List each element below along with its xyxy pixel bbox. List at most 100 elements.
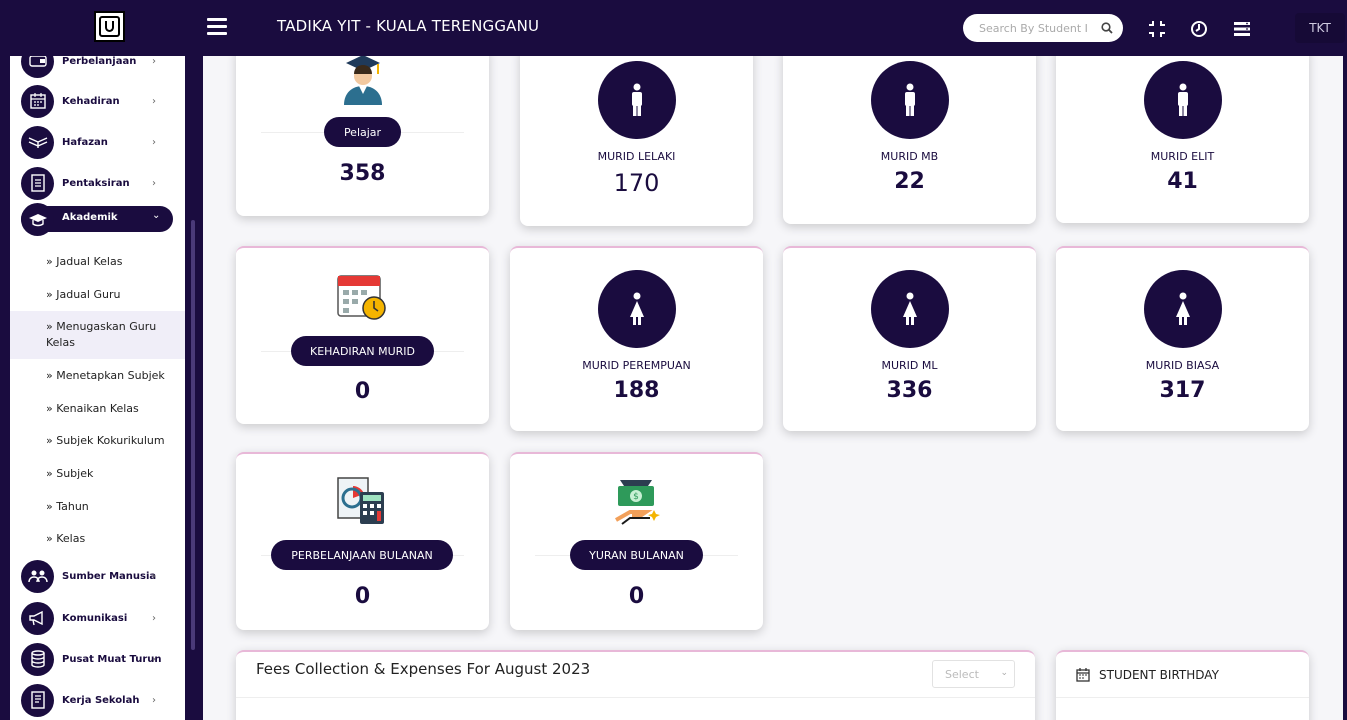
card-murid-biasa[interactable]: MURID BIASA 317 bbox=[1056, 246, 1309, 431]
sidebar-scrollbar[interactable] bbox=[191, 220, 195, 650]
logo-emblem-icon bbox=[99, 16, 120, 37]
female-icon bbox=[871, 270, 949, 348]
submenu-kelas[interactable]: » Kelas bbox=[46, 531, 85, 547]
card-murid-elit[interactable]: MURID ELIT 41 bbox=[1056, 56, 1309, 223]
calendar-icon bbox=[1076, 668, 1090, 682]
yuran-bulanan-count: 0 bbox=[628, 584, 645, 609]
murid-elit-label: MURID ELIT bbox=[1150, 150, 1215, 163]
pelajar-button[interactable]: Pelajar bbox=[324, 117, 401, 147]
pelajar-count: 358 bbox=[339, 161, 386, 186]
murid-lelaki-count: 170 bbox=[613, 169, 660, 197]
sidebar-item-sumber-manusia[interactable]: Sumber Manusia › bbox=[10, 556, 185, 596]
card-yuran-bulanan[interactable]: $ YURAN BULANAN 0 bbox=[510, 452, 763, 630]
server-menu-icon[interactable] bbox=[1232, 19, 1252, 39]
card-pelajar[interactable]: Pelajar 358 bbox=[236, 56, 489, 216]
submenu-menetapkan-subjek[interactable]: » Menetapkan Subjek bbox=[46, 368, 165, 384]
search-input[interactable] bbox=[979, 20, 1091, 36]
submenu-jadual-kelas[interactable]: » Jadual Kelas bbox=[46, 254, 122, 270]
student-birthday-panel: STUDENT BIRTHDAY bbox=[1056, 650, 1309, 720]
chevron-right-icon: › bbox=[152, 56, 156, 67]
expense-report-icon bbox=[337, 477, 384, 524]
sidebar-item-label: Sumber Manusia bbox=[62, 570, 157, 582]
card-perbelanjaan-bulanan[interactable]: PERBELANJAAN BULANAN 0 bbox=[236, 452, 489, 630]
murid-lelaki-label: MURID LELAKI bbox=[597, 150, 676, 163]
sidebar-item-label: Komunikasi bbox=[62, 612, 128, 624]
sidebar-item-label: Akademik bbox=[62, 212, 118, 223]
female-icon bbox=[598, 270, 676, 348]
yuran-bulanan-button[interactable]: YURAN BULANAN bbox=[570, 540, 703, 570]
chevron-down-icon: ⌄ bbox=[1000, 668, 1008, 678]
fees-panel-title: Fees Collection & Expenses For August 20… bbox=[256, 660, 591, 678]
sidebar-item-label: Pentaksiran bbox=[62, 177, 130, 189]
school-logo[interactable] bbox=[94, 11, 125, 42]
attendance-calendar-icon bbox=[337, 275, 386, 320]
murid-ml-label: MURID ML bbox=[881, 359, 938, 372]
month-select-placeholder: Select bbox=[945, 668, 979, 681]
sidebar-item-perbelanjaan[interactable]: Perbelanjaan › bbox=[10, 56, 185, 81]
kehadiran-murid-button[interactable]: KEHADIRAN MURID bbox=[291, 336, 434, 366]
checklist-icon bbox=[21, 166, 54, 200]
chevron-right-icon: › bbox=[152, 136, 156, 148]
submenu-subjek[interactable]: » Subjek bbox=[46, 466, 93, 482]
male-icon bbox=[1144, 61, 1222, 139]
fee-payment-icon: $ bbox=[615, 480, 660, 525]
murid-mb-label: MURID MB bbox=[880, 150, 939, 163]
murid-mb-count: 22 bbox=[894, 169, 925, 194]
sidebar-item-label: Perbelanjaan bbox=[62, 56, 137, 67]
chevron-right-icon: › bbox=[152, 95, 156, 107]
quran-icon bbox=[21, 125, 54, 159]
birthday-panel-title: STUDENT BIRTHDAY bbox=[1099, 668, 1219, 682]
perbelanjaan-bulanan-count: 0 bbox=[354, 584, 371, 609]
sidebar-item-label: Pusat Muat Turun bbox=[62, 653, 162, 665]
wallet-icon bbox=[21, 56, 54, 78]
sidebar-item-pentaksiran[interactable]: Pentaksiran › bbox=[10, 163, 185, 203]
submenu-subjek-kokurikulum[interactable]: » Subjek Kokurikulum bbox=[46, 433, 165, 449]
sidebar-item-kerja-sekolah[interactable]: Kerja Sekolah › bbox=[10, 680, 185, 720]
submenu-menugaskan-guru-kelas[interactable]: » Menugaskan Guru Kelas bbox=[46, 319, 171, 351]
sidebar-item-akademik[interactable]: Akademik ⌄ bbox=[10, 203, 185, 245]
female-icon bbox=[1144, 270, 1222, 348]
card-murid-ml[interactable]: MURID ML 336 bbox=[783, 246, 1036, 431]
notebook-icon bbox=[21, 683, 54, 717]
murid-elit-count: 41 bbox=[1167, 169, 1198, 194]
murid-perempuan-label: MURID PEREMPUAN bbox=[582, 359, 691, 372]
card-kehadiran-murid[interactable]: KEHADIRAN MURID 0 bbox=[236, 246, 489, 424]
calendar-icon bbox=[21, 84, 54, 118]
card-murid-perempuan[interactable]: MURID PEREMPUAN 188 bbox=[510, 246, 763, 431]
menu-toggle-icon[interactable] bbox=[207, 18, 227, 36]
sidebar-item-komunikasi[interactable]: Komunikasi › bbox=[10, 598, 185, 638]
sidebar-item-label: Hafazan bbox=[62, 136, 108, 148]
sidebar-item-label: Kerja Sekolah bbox=[62, 694, 140, 706]
card-murid-mb[interactable]: MURID MB 22 bbox=[783, 56, 1036, 224]
male-icon bbox=[598, 61, 676, 139]
user-avatar[interactable]: TKT bbox=[1295, 13, 1345, 43]
search-icon[interactable] bbox=[1101, 22, 1113, 34]
graduation-cap-icon bbox=[21, 203, 54, 236]
megaphone-icon bbox=[21, 601, 54, 635]
perbelanjaan-bulanan-button[interactable]: PERBELANJAAN BULANAN bbox=[271, 540, 453, 570]
chevron-right-icon: › bbox=[152, 177, 156, 189]
people-icon bbox=[21, 559, 54, 593]
database-icon bbox=[21, 642, 54, 676]
kehadiran-murid-count: 0 bbox=[354, 379, 371, 404]
chevron-right-icon: › bbox=[152, 653, 156, 665]
top-bar: TADIKA YIT - KUALA TERENGGANU TKT bbox=[0, 0, 1347, 56]
submenu-kenaikan-kelas[interactable]: » Kenaikan Kelas bbox=[46, 401, 139, 417]
chevron-down-icon: ⌄ bbox=[152, 210, 161, 221]
fees-collection-panel: Fees Collection & Expenses For August 20… bbox=[236, 650, 1035, 720]
sidebar-item-kehadiran[interactable]: Kehadiran › bbox=[10, 81, 185, 121]
sidebar-item-hafazan[interactable]: Hafazan › bbox=[10, 122, 185, 162]
murid-ml-count: 336 bbox=[886, 378, 933, 403]
clock-icon[interactable] bbox=[1189, 19, 1209, 39]
submenu-tahun[interactable]: » Tahun bbox=[46, 499, 89, 515]
search-box[interactable] bbox=[963, 14, 1123, 42]
dashboard-main: Pelajar 358 MURID LELAKI 170 MURID MB 22… bbox=[203, 56, 1343, 720]
fullscreen-exit-icon[interactable] bbox=[1147, 19, 1167, 39]
male-icon bbox=[871, 61, 949, 139]
chevron-right-icon: › bbox=[152, 612, 156, 624]
sidebar-item-pusat-muat-turun[interactable]: Pusat Muat Turun › bbox=[10, 639, 185, 679]
month-select[interactable]: Select ⌄ bbox=[932, 660, 1015, 688]
card-murid-lelaki[interactable]: MURID LELAKI 170 bbox=[520, 56, 753, 226]
murid-perempuan-count: 188 bbox=[613, 378, 660, 403]
submenu-jadual-guru[interactable]: » Jadual Guru bbox=[46, 287, 120, 303]
